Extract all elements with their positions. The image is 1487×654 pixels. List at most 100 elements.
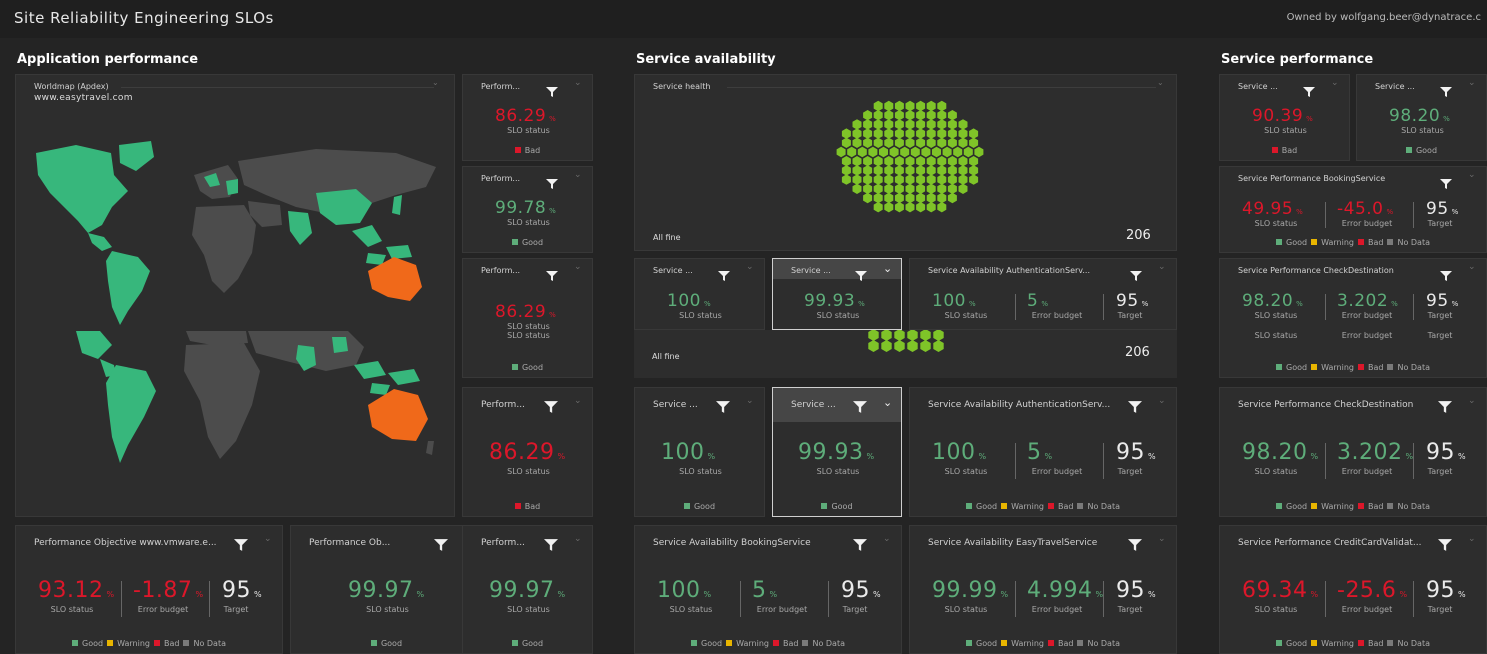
chevron-down-icon[interactable]: ⌄: [574, 262, 582, 272]
service-hexagon[interactable]: [947, 165, 957, 176]
service-hexagon[interactable]: [889, 146, 899, 158]
chevron-down-icon[interactable]: ⌄: [883, 262, 892, 275]
service-hexagon[interactable]: [932, 146, 941, 158]
service-hexagon[interactable]: [958, 156, 968, 167]
filter-icon[interactable]: [853, 536, 867, 551]
service-hexagon[interactable]: [907, 330, 918, 341]
service-hexagon[interactable]: [881, 330, 892, 341]
service-hexagon[interactable]: [905, 165, 915, 176]
service-hexagon[interactable]: [916, 165, 926, 176]
tile-title[interactable]: Perform...: [481, 174, 520, 183]
service-hexagon[interactable]: [863, 165, 873, 176]
slo-tile-sa8[interactable]: Service Availability EasyTravelService ⌄ 9…: [909, 525, 1177, 654]
chevron-down-icon[interactable]: ⌄: [1158, 534, 1166, 544]
map-region-australia-lower[interactable]: [368, 389, 428, 441]
service-hexagon[interactable]: [905, 156, 915, 167]
service-hexagon[interactable]: [933, 330, 944, 341]
service-hexagon[interactable]: [916, 183, 926, 194]
filter-icon[interactable]: [716, 398, 730, 413]
service-hexagon[interactable]: [894, 174, 904, 185]
service-hexagon[interactable]: [841, 128, 851, 139]
filter-icon[interactable]: [544, 536, 558, 551]
service-hexagon[interactable]: [958, 128, 968, 139]
service-hexagon[interactable]: [884, 128, 894, 139]
tile-title[interactable]: Service ...: [653, 400, 698, 410]
service-hexagon[interactable]: [868, 146, 878, 158]
service-hexagon[interactable]: [937, 137, 947, 148]
service-hexagon[interactable]: [937, 174, 947, 185]
slo-tile-sp3[interactable]: Service Performance BookingService ⌄ 49.95…: [1219, 166, 1487, 253]
tile-title[interactable]: Performance Objective www.vmware.e...: [34, 538, 217, 548]
service-hexagon[interactable]: [884, 110, 894, 121]
tile-title[interactable]: Service ...: [1375, 82, 1415, 91]
tile-title[interactable]: Service Availability AuthenticationServ.…: [928, 266, 1090, 275]
service-hexagon[interactable]: [841, 137, 851, 148]
filter-icon[interactable]: [434, 536, 448, 551]
service-hexagon[interactable]: [863, 183, 873, 194]
service-hexagon[interactable]: [947, 110, 957, 121]
service-hexagon[interactable]: [947, 137, 957, 148]
service-hexagon[interactable]: [873, 183, 883, 194]
map-region-europe-lower[interactable]: [186, 331, 248, 345]
service-hexagon[interactable]: [937, 119, 947, 130]
service-hexagon[interactable]: [947, 119, 957, 130]
service-hexagon[interactable]: [873, 192, 883, 204]
service-hexagon[interactable]: [905, 192, 915, 204]
map-region-new-zealand-lower[interactable]: [426, 441, 434, 455]
service-hexagon[interactable]: [873, 100, 883, 112]
service-hexagon[interactable]: [894, 340, 905, 352]
service-hexagon[interactable]: [937, 202, 947, 213]
service-hexagon[interactable]: [969, 174, 979, 185]
service-hexagon[interactable]: [916, 128, 926, 139]
service-hexagon[interactable]: [894, 100, 904, 112]
service-hexagon[interactable]: [863, 174, 873, 185]
service-hexagon[interactable]: [916, 202, 926, 213]
service-hexagon[interactable]: [947, 192, 957, 204]
service-hexagon[interactable]: [873, 119, 883, 130]
service-hexagon[interactable]: [942, 146, 952, 158]
service-hexagon[interactable]: [884, 183, 894, 194]
service-hexagon[interactable]: [969, 156, 979, 167]
service-hexagon[interactable]: [863, 128, 873, 139]
slo-tile-sa5[interactable]: Service ... ⌄ 99.93% SLO status Good: [772, 387, 902, 517]
service-hexagon[interactable]: [916, 137, 926, 148]
service-hexagon[interactable]: [937, 165, 947, 176]
tile-title[interactable]: Service ...: [791, 266, 831, 275]
service-hexagon[interactable]: [852, 128, 862, 139]
slo-tile-sp6[interactable]: Service Performance CreditCardValidat...…: [1219, 525, 1487, 654]
service-health-honeycomb[interactable]: [635, 75, 1177, 251]
service-hexagon[interactable]: [873, 156, 883, 167]
service-hexagon[interactable]: [969, 137, 979, 148]
service-hexagon[interactable]: [905, 202, 915, 213]
service-hexagon[interactable]: [947, 156, 957, 167]
service-hexagon[interactable]: [916, 100, 926, 112]
service-hexagon[interactable]: [963, 146, 973, 158]
service-hexagon[interactable]: [905, 119, 915, 130]
map-region-central-america[interactable]: [88, 233, 112, 251]
service-hexagon[interactable]: [926, 183, 936, 194]
service-hexagon[interactable]: [852, 165, 862, 176]
service-hexagon[interactable]: [937, 183, 947, 194]
service-hexagon[interactable]: [841, 174, 851, 185]
filter-icon[interactable]: [234, 536, 248, 551]
service-hexagon[interactable]: [926, 137, 936, 148]
service-hexagon[interactable]: [937, 192, 947, 204]
service-hexagon[interactable]: [916, 174, 926, 185]
chevron-down-icon[interactable]: ⌄: [1468, 78, 1476, 88]
tile-title[interactable]: Service Performance BookingService: [1238, 174, 1385, 183]
slo-tile-sa6[interactable]: Service Availability AuthenticationServ.…: [909, 387, 1177, 517]
service-hexagon[interactable]: [916, 192, 926, 204]
map-region-africa[interactable]: [192, 205, 256, 293]
filter-icon[interactable]: [853, 398, 867, 413]
service-hexagon[interactable]: [947, 128, 957, 139]
service-hexagon[interactable]: [863, 119, 873, 130]
service-hexagon[interactable]: [916, 156, 926, 167]
map-region-south-america[interactable]: [106, 251, 150, 325]
service-hexagon[interactable]: [873, 128, 883, 139]
service-hexagon[interactable]: [884, 100, 894, 112]
service-hexagon[interactable]: [852, 156, 862, 167]
service-hexagon[interactable]: [884, 192, 894, 204]
service-hexagon[interactable]: [969, 165, 979, 176]
slo-tile-ap4[interactable]: Perform... ⌄ 86.29% SLO status Bad: [462, 387, 593, 517]
tile-title[interactable]: Service ...: [791, 400, 836, 410]
